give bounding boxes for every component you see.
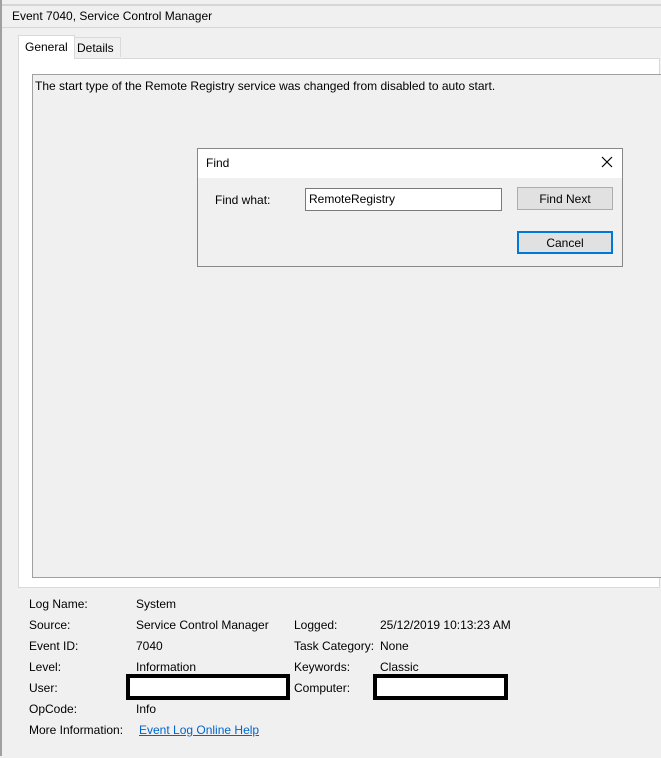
opcode-value[interactable]: Info (136, 702, 156, 716)
event-log-online-help-link[interactable]: Event Log Online Help (139, 723, 259, 737)
event-id-value[interactable]: 7040 (136, 639, 163, 653)
window-title: Event 7040, Service Control Manager (12, 9, 213, 23)
logged-value[interactable]: 25/12/2019 10:13:23 AM (380, 618, 511, 632)
opcode-label: OpCode: (29, 702, 78, 716)
event-description-text: The start type of the Remote Registry se… (35, 79, 496, 93)
tab-general[interactable]: General (18, 35, 75, 59)
find-next-button[interactable]: Find Next (517, 187, 613, 210)
event-id-label: Event ID: (29, 639, 79, 653)
level-value[interactable]: Information (136, 660, 196, 674)
tab-details[interactable]: Details (70, 37, 121, 57)
task-category-value[interactable]: None (380, 639, 409, 653)
find-what-label: Find what: (215, 193, 271, 207)
find-dialog-titlebar (198, 149, 622, 178)
user-label: User: (29, 681, 58, 695)
computer-value-redacted[interactable] (373, 674, 508, 700)
cancel-button[interactable]: Cancel (517, 231, 613, 254)
log-name-label: Log Name: (29, 597, 88, 611)
log-name-value[interactable]: System (136, 597, 176, 611)
more-information-label: More Information: (29, 723, 124, 737)
keywords-label: Keywords: (294, 660, 351, 674)
level-label: Level: (29, 660, 62, 674)
close-icon[interactable] (598, 153, 616, 171)
logged-label: Logged: (294, 618, 338, 632)
computer-label: Computer: (294, 681, 351, 695)
find-what-input[interactable]: RemoteRegistry (305, 188, 502, 211)
source-value[interactable]: Service Control Manager (136, 618, 269, 632)
task-category-label: Task Category: (294, 639, 375, 653)
source-label: Source: (29, 618, 71, 632)
find-dialog-title: Find (206, 156, 230, 170)
user-value-redacted[interactable] (126, 674, 290, 700)
keywords-value[interactable]: Classic (380, 660, 419, 674)
